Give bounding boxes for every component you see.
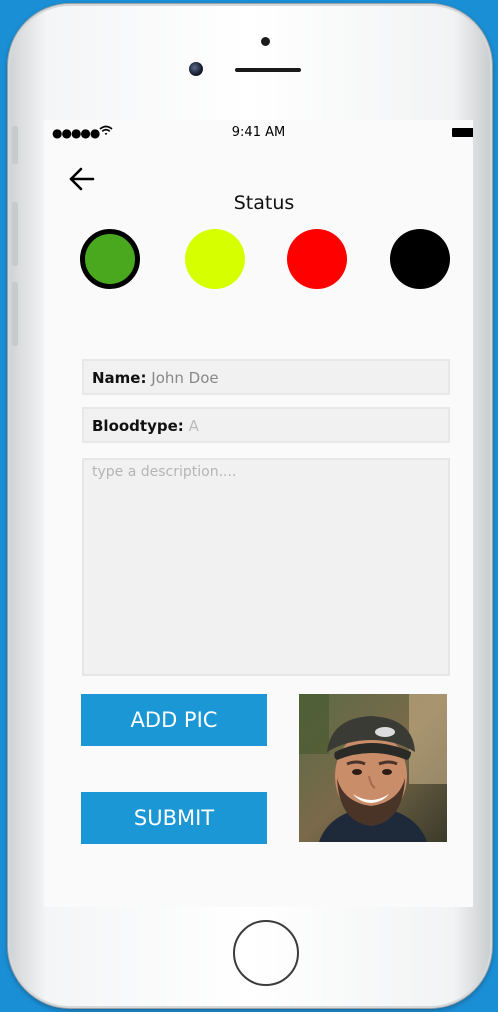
phone-frame: ●●●●● 9:41 AM Status Name: John Doe Bloo… (8, 4, 492, 1008)
earpiece-speaker (235, 68, 301, 72)
arrow-left-icon (69, 167, 95, 191)
status-yellow-option[interactable] (185, 229, 245, 289)
add-pic-button[interactable]: ADD PIC (81, 694, 267, 746)
status-time: 9:41 AM (231, 125, 286, 140)
status-green-option[interactable] (80, 229, 140, 289)
status-red-option[interactable] (287, 229, 347, 289)
battery-icon (452, 128, 473, 137)
profile-photo (299, 694, 447, 842)
bloodtype-label: Bloodtype: (92, 417, 184, 435)
status-bar: ●●●●● 9:41 AM (44, 120, 473, 144)
submit-button[interactable]: SUBMIT (81, 792, 267, 844)
page-title: Status (233, 192, 295, 214)
front-camera (189, 62, 203, 76)
name-field[interactable]: Name: John Doe (82, 359, 450, 395)
volume-down-button (12, 282, 18, 346)
bloodtype-value: A (188, 417, 199, 435)
bloodtype-field[interactable]: Bloodtype: A (82, 407, 450, 443)
proximity-sensor (261, 37, 270, 46)
name-value: John Doe (151, 369, 219, 387)
home-button[interactable] (233, 920, 299, 986)
mute-switch (12, 126, 18, 164)
back-arrow-icon[interactable] (68, 166, 96, 192)
description-textarea[interactable]: type a description.... (82, 458, 450, 676)
volume-up-button (12, 202, 18, 266)
name-label: Name: (92, 369, 147, 387)
profile-photo-illustration (299, 694, 447, 842)
status-black-option[interactable] (390, 229, 450, 289)
app-screen: ●●●●● 9:41 AM Status Name: John Doe Bloo… (44, 120, 473, 907)
